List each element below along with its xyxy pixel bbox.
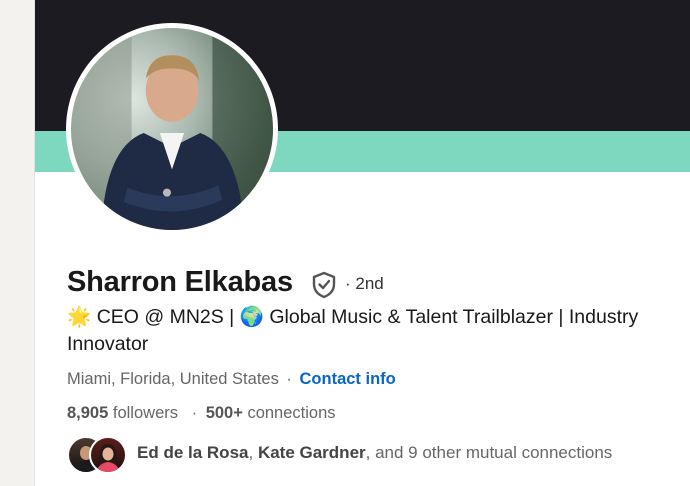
profile-headline: 🌟 CEO @ MN2S | 🌍 Global Music & Talent T… [67, 304, 687, 358]
profile-location-row: Miami, Florida, United States · Contact … [67, 370, 396, 389]
connection-degree: · 2nd [345, 274, 384, 293]
globe-emoji-icon: 🌍 [239, 306, 264, 328]
location-separator: · [286, 370, 292, 388]
profile-location: Miami, Florida, United States [67, 370, 279, 388]
followers-count: 8,905 [67, 404, 109, 422]
stats-separator: · [191, 404, 198, 422]
profile-card: Sharron Elkabas · 2nd 🌟 CEO @ MN2S | 🌍 G… [34, 0, 690, 486]
connections-link[interactable]: 500+ connections [206, 404, 336, 422]
profile-name: Sharron Elkabas [67, 266, 293, 298]
profile-photo[interactable] [66, 23, 278, 235]
headline-text-part1: CEO @ MN2S | [91, 306, 240, 328]
profile-stats: 8,905 followers · 500+ connections [67, 404, 336, 423]
mutual-connections-text: Ed de la Rosa, Kate Gardner, and 9 other… [137, 443, 612, 463]
connections-label: connections [242, 404, 336, 422]
mutual-name-2[interactable]: Kate Gardner [258, 443, 366, 462]
connections-count: 500+ [205, 404, 243, 422]
mutual-avatar-2 [89, 436, 127, 474]
mutual-name-1[interactable]: Ed de la Rosa [137, 443, 248, 462]
followers-label: followers [108, 404, 178, 422]
mutual-comma: , [248, 443, 258, 462]
mutual-rest: , and 9 other mutual connections [365, 443, 613, 462]
star-emoji-icon: 🌟 [67, 306, 92, 328]
shield-check-icon[interactable] [311, 271, 337, 299]
contact-info-link[interactable]: Contact info [300, 370, 396, 388]
followers-link[interactable]: 8,905 followers [67, 404, 178, 422]
profile-photo-image [71, 28, 273, 230]
